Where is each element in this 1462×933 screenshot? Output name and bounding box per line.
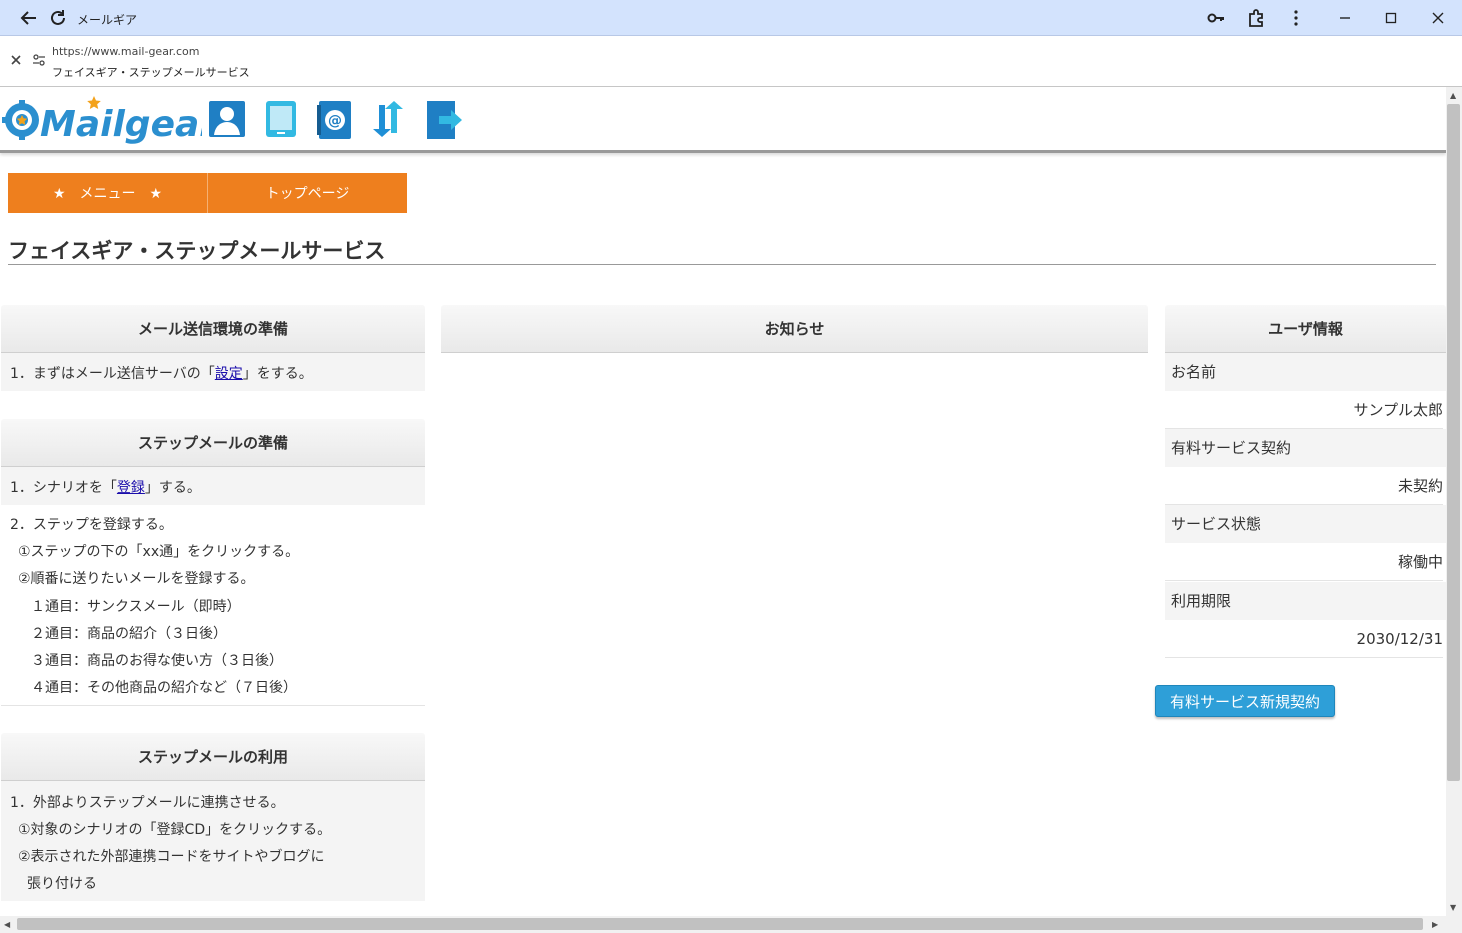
svg-text:Mailgear: Mailgear <box>40 104 202 145</box>
step-use-line: 張り付ける <box>27 876 97 892</box>
puzzle-icon <box>1249 9 1263 27</box>
address-bar: https://www.mail-gear.com フェイスギア・ステップメール… <box>0 36 1462 87</box>
step-text: 」する。 <box>144 480 201 496</box>
step-prep-line: １通目：サンクスメール（即時） <box>31 599 241 615</box>
reload-button[interactable] <box>46 6 70 30</box>
step-text: 1．まずはメール送信サーバの「 <box>10 366 215 382</box>
more-vertical-icon <box>1294 10 1298 26</box>
step-prep-header: ステップメールの準備 <box>1 419 425 467</box>
settings-link[interactable]: 設定 <box>215 366 243 382</box>
reload-icon <box>51 10 65 25</box>
scroll-down-arrow-icon[interactable]: ▼ <box>1450 903 1456 912</box>
register-link[interactable]: 登録 <box>117 480 145 496</box>
back-button[interactable] <box>17 6 41 30</box>
step-use-header: ステップメールの利用 <box>1 733 425 781</box>
horizontal-scroll-thumb[interactable] <box>17 918 1423 930</box>
address-book-icon: @ <box>317 101 351 139</box>
key-icon <box>1207 13 1224 23</box>
step-prep-line: ２通目：商品の紹介（３日後） <box>31 626 227 642</box>
close-icon <box>11 55 21 65</box>
scroll-left-arrow-icon[interactable]: ◀ <box>4 920 10 929</box>
sync-icon <box>373 101 403 137</box>
step-use-line: 1．外部よりステップメールに連携させる。 <box>10 795 285 811</box>
page-heading: フェイスギア・ステップメールサービス <box>8 235 1436 265</box>
user-info-header: ユーザ情報 <box>1165 305 1446 353</box>
notices-header: お知らせ <box>441 305 1148 353</box>
logout-nav-link[interactable] <box>425 101 463 143</box>
tablet-icon <box>266 101 296 137</box>
close-window-button[interactable] <box>1426 6 1450 30</box>
step-prep-line: ３通目：商品のお得な使い方（３日後） <box>31 653 283 669</box>
minimize-button[interactable] <box>1333 6 1357 30</box>
paid-contract-value: 未契約 <box>1165 467 1443 505</box>
maximize-icon <box>1385 12 1397 24</box>
name-value: サンプル太郎 <box>1165 391 1443 429</box>
step-use-line: ①対象のシナリオの「登録CD」をクリックする。 <box>18 822 332 838</box>
sync-nav-link[interactable] <box>369 101 407 141</box>
step-text: 」をする。 <box>242 366 313 382</box>
url-text[interactable]: https://www.mail-gear.com <box>52 45 199 58</box>
step-use-line: ②表示された外部連携コードをサイトやブログに <box>18 849 325 865</box>
site-settings-button[interactable] <box>31 52 47 72</box>
expiry-value: 2030/12/31 <box>1165 620 1443 658</box>
browser-titlebar: メールギア <box>0 0 1462 36</box>
step-prep-step-1: 1．シナリオを「登録」する。 <box>1 467 425 505</box>
browser-menu-button[interactable] <box>1284 6 1308 30</box>
step-prep-line: ４通目：その他商品の紹介など（７日後） <box>31 680 297 696</box>
svg-text:@: @ <box>328 113 342 129</box>
tune-icon <box>33 54 45 66</box>
user-nav-link[interactable] <box>209 101 245 141</box>
divider <box>1 705 425 706</box>
new-paid-contract-button[interactable]: 有料サービス新規契約 <box>1155 685 1335 717</box>
top-page-button[interactable]: トップページ <box>207 173 407 213</box>
mailgear-logo-icon: Mailgear <box>2 96 219 145</box>
main-menu-bar: ★ メニュー ★ トップページ <box>8 173 407 213</box>
service-status-label: サービス状態 <box>1165 505 1446 543</box>
mail-prep-step-1: 1．まずはメール送信サーバの「設定」をする。 <box>1 353 425 391</box>
mail-prep-header: メール送信環境の準備 <box>1 305 425 353</box>
close-icon <box>1432 12 1444 24</box>
site-header: Mailgear @ <box>0 87 1446 153</box>
arrow-left-icon <box>20 11 36 25</box>
step-prep-line: 2．ステップを登録する。 <box>10 517 173 533</box>
window-title: メールギア <box>77 13 138 27</box>
close-tab-button[interactable] <box>8 52 24 72</box>
maximize-button[interactable] <box>1379 6 1403 30</box>
scroll-up-arrow-icon[interactable]: ▲ <box>1450 91 1456 100</box>
mailgear-logo[interactable]: Mailgear <box>2 96 219 150</box>
menu-button[interactable]: ★ メニュー ★ <box>8 173 207 213</box>
web-page: Mailgear @ ★ メニュー ★ トップページ フェイスギア・ステップメー… <box>0 87 1446 916</box>
scroll-right-arrow-icon[interactable]: ▶ <box>1432 920 1438 929</box>
tablet-nav-link[interactable] <box>265 101 297 141</box>
password-key-button[interactable] <box>1204 6 1228 30</box>
tab-page-title: フェイスギア・ステップメールサービス <box>52 66 250 79</box>
step-prep-line: ②順番に送りたいメールを登録する。 <box>18 571 255 587</box>
address-book-nav-link[interactable]: @ <box>317 101 351 143</box>
paid-contract-label: 有料サービス契約 <box>1165 429 1446 467</box>
logout-icon <box>427 101 462 139</box>
step-text: 1．シナリオを「 <box>10 480 117 496</box>
minimize-icon <box>1340 17 1350 19</box>
service-status-value: 稼働中 <box>1165 543 1443 581</box>
expiry-label: 利用期限 <box>1165 582 1446 620</box>
vertical-scroll-thumb[interactable] <box>1447 104 1460 781</box>
step-prep-line: ①ステップの下の「xx通」をクリックする。 <box>18 544 300 560</box>
user-icon <box>209 101 245 137</box>
name-label: お名前 <box>1165 353 1446 391</box>
extensions-button[interactable] <box>1244 6 1268 30</box>
